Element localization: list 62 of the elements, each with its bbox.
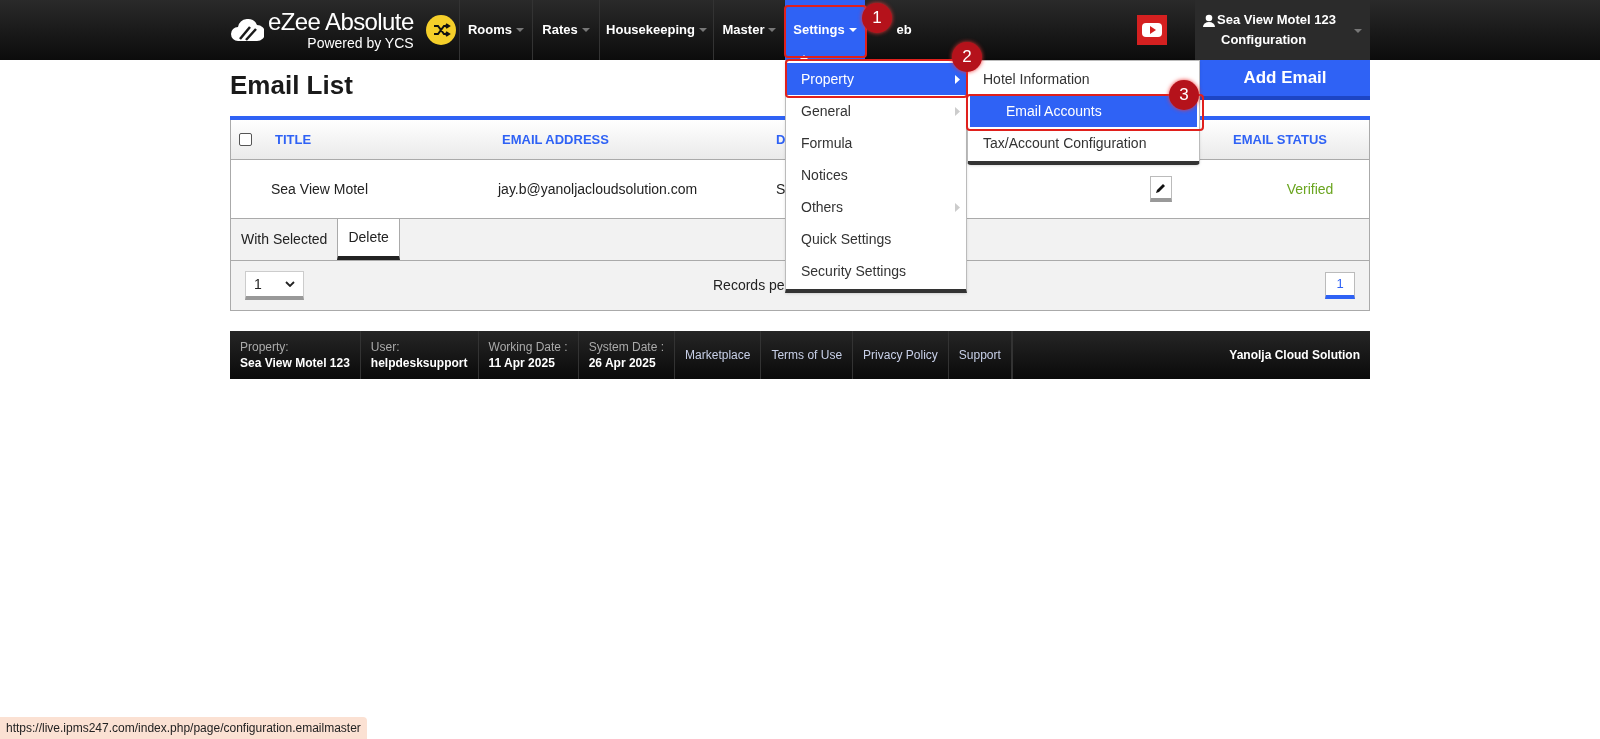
- table-cell-text: S: [776, 179, 787, 199]
- caret-icon: [1354, 29, 1362, 33]
- edit-button[interactable]: [1150, 176, 1172, 202]
- menu-item[interactable]: Quick Settings: [786, 223, 966, 255]
- menu-item[interactable]: Formula: [786, 127, 966, 159]
- user-role: Configuration: [1221, 31, 1308, 49]
- user-icon: [1203, 14, 1215, 27]
- nav-tab[interactable]: Master: [713, 0, 785, 60]
- footer-value: 26 Apr 2025: [588, 355, 657, 371]
- chevron-down-icon: [285, 281, 295, 287]
- footer-value: 11 Apr 2025: [488, 355, 556, 371]
- video-play-icon[interactable]: [1137, 15, 1167, 45]
- submenu-arrow-icon: [955, 74, 960, 84]
- add-email-button[interactable]: Add Email: [1200, 60, 1370, 100]
- menu-item[interactable]: Tax/Account Configuration: [968, 127, 1165, 159]
- menu-item[interactable]: Security Settings: [786, 255, 966, 287]
- cloud-logo-icon: [230, 17, 264, 43]
- property-name: Sea View Motel 123: [1217, 11, 1336, 29]
- status-url: https://live.ipms247.com/index.php/page/configuration.emailmaster: [0, 717, 367, 739]
- bulk-action-label: With Selected: [240, 230, 329, 249]
- caret-icon: [698, 28, 707, 32]
- column-header[interactable]: EMAIL ADDRESS: [502, 129, 776, 150]
- submenu-arrow-icon: [955, 202, 960, 212]
- nav-tab[interactable]: Rates: [532, 0, 599, 60]
- brand-name: eZee Absolute: [268, 10, 414, 34]
- delete-button[interactable]: Delete: [337, 219, 400, 260]
- page-title: Email List: [230, 72, 353, 98]
- footer-link[interactable]: Privacy Policy: [853, 331, 949, 379]
- footer-label: User:: [370, 339, 401, 355]
- footer-link[interactable]: Support: [948, 331, 1012, 379]
- shuffle-icon[interactable]: [426, 15, 456, 45]
- pencil-icon: [1155, 181, 1167, 194]
- footer-value: helpdesksupport: [370, 355, 468, 371]
- submenu-arrow-icon: [955, 106, 960, 116]
- caret-icon: [516, 28, 525, 32]
- page-button[interactable]: 1: [1325, 272, 1355, 299]
- status-text: Verified: [1286, 179, 1334, 199]
- menu-item[interactable]: General: [786, 95, 966, 127]
- footer-label: System Date :: [588, 339, 665, 355]
- caret-icon: [848, 28, 857, 32]
- checkbox[interactable]: [239, 133, 252, 146]
- footer-value: Sea View Motel 123: [240, 355, 350, 371]
- footer-label: Property:: [240, 339, 290, 355]
- nav-tab[interactable]: Housekeeping: [599, 0, 713, 60]
- company-name: Yanolja Cloud Solution: [1228, 347, 1361, 364]
- nav-tab[interactable]: eb: [894, 0, 914, 60]
- footer-label: Working Date :: [488, 339, 568, 355]
- menu-item[interactable]: Others: [786, 191, 966, 223]
- nav-tab[interactable]: Rooms: [459, 0, 532, 60]
- table-cell-text: jay.b@yanoljacloudsolution.com: [498, 179, 699, 199]
- footer-link[interactable]: Terms of Use: [761, 331, 854, 379]
- menu-item[interactable]: Notices: [786, 159, 966, 191]
- brand-tagline: Powered by YCS: [307, 36, 414, 50]
- page-select[interactable]: 1: [245, 271, 304, 300]
- column-header[interactable]: EMAIL STATUS: [1233, 129, 1327, 150]
- nav-tab[interactable]: Settings: [785, 0, 865, 60]
- caret-icon: [581, 28, 590, 32]
- records-per-page-label: Records pe: [713, 276, 785, 295]
- menu-item[interactable]: Property: [786, 63, 966, 95]
- caret-icon: [768, 28, 777, 32]
- footer-link[interactable]: Marketplace: [675, 331, 762, 379]
- column-header[interactable]: TITLE: [275, 129, 502, 150]
